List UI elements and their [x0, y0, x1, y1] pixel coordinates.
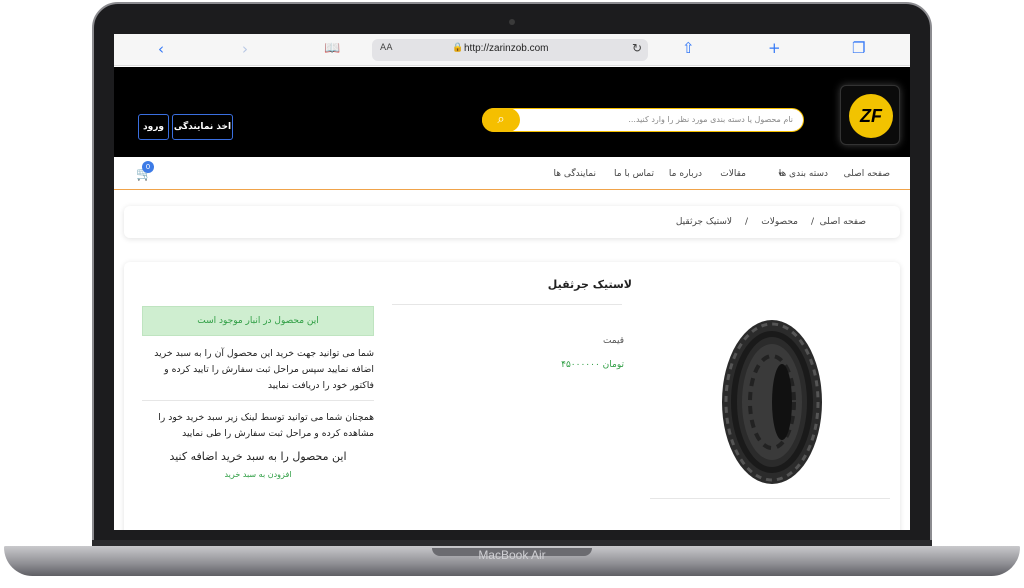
chevron-down-icon: ▾ [778, 170, 782, 178]
search-input[interactable]: نام محصول یا دسته بندی مورد نظر را وارد … [628, 115, 793, 124]
divider [650, 498, 890, 499]
new-tab-icon[interactable]: + [768, 39, 781, 57]
dealership-button[interactable]: اخذ نمایندگی [172, 114, 233, 140]
cart-count-badge: 0 [142, 161, 154, 173]
product-card: لاستیک جرثقیل قیمت ۴۵۰۰۰۰۰۰ تومان این مح… [124, 262, 900, 530]
screen: ‹ › 📖 AA 🔒 http://zarinzob.com ↻ ⇧ + ❐ Z… [114, 34, 910, 530]
text-size-button[interactable]: AA [380, 43, 393, 53]
price-value: ۴۵۰۰۰۰۰۰ تومان [561, 360, 624, 370]
back-icon[interactable]: ‹ [158, 40, 164, 58]
device-label: MacBook Air [478, 548, 546, 562]
site-header: ZF نام محصول یا دسته بندی مورد نظر را وا… [114, 67, 910, 157]
breadcrumb-products[interactable]: محصولات [761, 217, 798, 227]
reload-icon[interactable]: ↻ [632, 41, 642, 55]
purchase-instructions: شما می توانید جهت خرید این محصول آن را ب… [154, 348, 374, 391]
cart-instructions: همچنان شما می توانید توسط لینک زیر سبد خ… [158, 412, 374, 439]
share-icon[interactable]: ⇧ [682, 39, 695, 57]
price-label: قیمت [602, 336, 624, 346]
stock-status-badge: این محصول در انبار موجود است [142, 306, 374, 336]
product-title: لاستیک جرثقیل [547, 278, 632, 291]
add-to-cart-link[interactable]: افزودن به سبد خرید [142, 470, 374, 479]
breadcrumb-home[interactable]: صفحه اصلی [820, 217, 866, 227]
bookmarks-icon[interactable]: 📖 [324, 41, 340, 56]
nav-item-home[interactable]: صفحه اصلی [844, 169, 890, 179]
divider [392, 304, 622, 305]
login-button[interactable]: ورود [138, 114, 169, 140]
camera [509, 19, 515, 25]
logo-mark: ZF [849, 94, 893, 138]
nav-item-dealers[interactable]: نمایندگی ها [553, 169, 596, 179]
site-logo[interactable]: ZF [840, 85, 900, 145]
main-nav: 🛒 0 صفحه اصلی دسته بندی ها ▾ مقالات دربا… [114, 157, 910, 190]
nav-item-about[interactable]: درباره ما [669, 169, 702, 179]
forward-icon[interactable]: › [242, 40, 248, 58]
add-to-cart-heading: این محصول را به سبد خرید اضافه کنید [169, 450, 347, 463]
browser-toolbar: ‹ › 📖 AA 🔒 http://zarinzob.com ↻ ⇧ + ❐ [114, 34, 910, 66]
nav-item-articles[interactable]: مقالات [720, 169, 746, 179]
address-bar[interactable]: AA 🔒 http://zarinzob.com ↻ [372, 39, 648, 61]
tabs-icon[interactable]: ❐ [852, 39, 865, 57]
search-box[interactable]: نام محصول یا دسته بندی مورد نظر را وارد … [482, 108, 804, 132]
nav-item-contact[interactable]: تماس با ما [614, 169, 654, 179]
laptop-scene: MacBook Air ‹ › 📖 AA 🔒 http://zarinzob.c… [0, 0, 1024, 588]
breadcrumb-current: لاستیک جرثقیل [675, 217, 732, 227]
nav-item-categories[interactable]: دسته بندی ها [779, 169, 828, 179]
breadcrumb: صفحه اصلی / محصولات / لاستیک جرثقیل [124, 206, 900, 238]
breadcrumb-separator: / [810, 217, 814, 227]
lock-icon: 🔒 [452, 43, 464, 53]
url-text: http://zarinzob.com [464, 43, 549, 54]
breadcrumb-separator: / [744, 217, 748, 227]
divider [142, 400, 374, 401]
search-icon[interactable]: ⌕ [482, 108, 520, 132]
product-image[interactable] [720, 318, 824, 486]
